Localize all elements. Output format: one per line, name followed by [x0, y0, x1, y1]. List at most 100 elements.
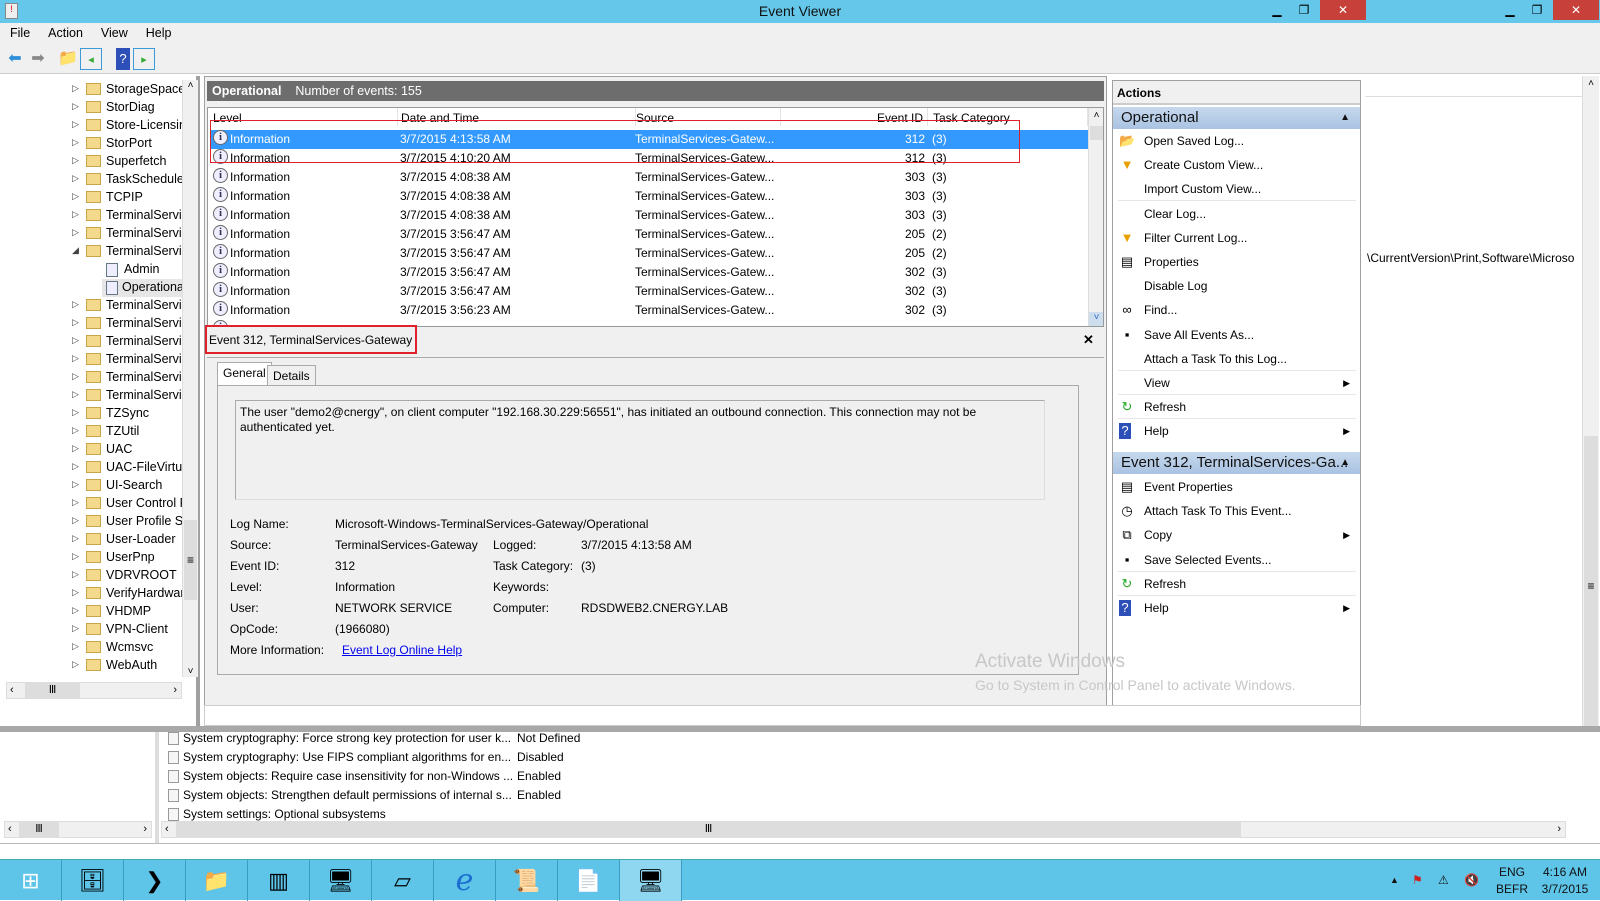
- expand-arrow-icon[interactable]: ▷: [72, 389, 79, 400]
- action-find[interactable]: ∞ Find...: [1113, 298, 1360, 322]
- tree-item[interactable]: ▷ TerminalServic: [0, 333, 182, 351]
- action-attach-a-task-to-this-log[interactable]: Attach a Task To this Log...: [1113, 347, 1360, 371]
- tree-item[interactable]: ▷ StorageSpaces: [0, 81, 182, 99]
- action-copy[interactable]: ⧉ Copy ▶: [1113, 523, 1360, 547]
- tree-item[interactable]: ▷ User-Loader: [0, 531, 182, 549]
- back-arrow-icon[interactable]: ⬅: [4, 48, 26, 70]
- action-import-custom-view[interactable]: Import Custom View...: [1113, 177, 1360, 201]
- volume-muted-icon[interactable]: 🔇: [1464, 872, 1479, 889]
- tree-item[interactable]: ▷ VerifyHardwar: [0, 585, 182, 603]
- tree-item[interactable]: ▷ Wcmsvc: [0, 639, 182, 657]
- show-hide-actions-icon[interactable]: ▸: [133, 48, 155, 70]
- expand-arrow-icon[interactable]: ▷: [72, 155, 79, 166]
- action-filter-current-log[interactable]: ▼ Filter Current Log...: [1113, 226, 1360, 250]
- close-detail-icon[interactable]: ✕: [1083, 332, 1094, 348]
- expand-arrow-icon[interactable]: ▷: [72, 425, 79, 436]
- taskbar-notepad-icon[interactable]: 📄: [558, 860, 620, 901]
- tab-general[interactable]: General: [217, 362, 272, 386]
- inner-restore-button[interactable]: ❐: [1291, 0, 1317, 20]
- expand-arrow-icon[interactable]: ▷: [72, 101, 79, 112]
- section-event[interactable]: Event 312, TerminalServices-Ga... ▲: [1113, 452, 1360, 474]
- help-icon[interactable]: ?: [116, 48, 130, 70]
- menu-help[interactable]: Help: [136, 23, 180, 40]
- expand-arrow-icon[interactable]: ▷: [72, 83, 79, 94]
- collapse-icon[interactable]: ▲: [1340, 452, 1350, 474]
- expand-arrow-icon[interactable]: ▷: [72, 371, 79, 382]
- show-hide-tree-icon[interactable]: ◂: [80, 48, 102, 70]
- action-attach-task-to-this-event[interactable]: ◷ Attach Task To This Event...: [1113, 499, 1360, 523]
- taskbar-internet-explorer-icon[interactable]: ℯ: [434, 860, 496, 901]
- tree-item[interactable]: ▷ UserPnp: [0, 549, 182, 567]
- expand-arrow-icon[interactable]: ▷: [72, 407, 79, 418]
- up-folder-icon[interactable]: 📁: [57, 48, 79, 70]
- tab-details[interactable]: Details: [267, 365, 316, 385]
- menu-view[interactable]: View: [91, 23, 136, 40]
- event-row[interactable]: i Information 3/7/2015 3:56:47 AM TerminalS…: [210, 244, 1088, 263]
- tree-item[interactable]: ▷ Store-Licensin: [0, 117, 182, 135]
- inner-minimize-button[interactable]: ▁: [1264, 0, 1290, 20]
- tree-item[interactable]: ▷ UI-Search: [0, 477, 182, 495]
- expand-arrow-icon[interactable]: ▷: [72, 137, 79, 148]
- action-center-flag-icon[interactable]: ⚑: [1412, 872, 1423, 889]
- tree-item[interactable]: ▷ Superfetch: [0, 153, 182, 171]
- expand-arrow-icon[interactable]: ▷: [72, 515, 79, 526]
- forward-arrow-icon[interactable]: ➡: [27, 48, 49, 70]
- expand-arrow-icon[interactable]: ▷: [72, 299, 79, 310]
- expand-arrow-icon[interactable]: ▷: [72, 353, 79, 364]
- taskbar-script-icon[interactable]: 📜: [496, 860, 558, 901]
- expand-arrow-icon[interactable]: ▷: [72, 533, 79, 544]
- action-view[interactable]: View ▶: [1113, 371, 1360, 395]
- expand-arrow-icon[interactable]: ▷: [72, 569, 79, 580]
- tree-item[interactable]: ▷ VHDMP: [0, 603, 182, 621]
- minimize-button[interactable]: ▁: [1497, 0, 1523, 20]
- event-log-online-help-link[interactable]: Event Log Online Help: [342, 643, 462, 657]
- action-help[interactable]: ? Help ▶: [1113, 596, 1360, 620]
- tree-item[interactable]: ◢ TerminalServic: [0, 243, 182, 261]
- menu-file[interactable]: File: [0, 23, 38, 40]
- left-horizontal-scrollbar[interactable]: ‹ Ⅲ ›: [4, 821, 152, 838]
- restore-button[interactable]: ❐: [1524, 0, 1550, 20]
- tree-item[interactable]: ▷ UAC: [0, 441, 182, 459]
- event-row[interactable]: i Information 3/7/2015 3:56:47 AM TerminalS…: [210, 263, 1088, 282]
- expand-arrow-icon[interactable]: ▷: [72, 479, 79, 490]
- expand-arrow-icon[interactable]: ▷: [72, 191, 79, 202]
- background-vertical-scrollbar[interactable]: ˄ ≡: [1582, 76, 1599, 816]
- taskbar-remote-desktop-icon[interactable]: 🖥: [620, 860, 682, 901]
- right-horizontal-scrollbar[interactable]: ‹ Ⅲ ›: [161, 821, 1566, 838]
- tree-vertical-scrollbar[interactable]: ˄ ≡ ˅: [182, 80, 198, 677]
- event-list-scrollbar[interactable]: ˄ ˅: [1088, 108, 1103, 326]
- action-save-all-events-as[interactable]: ▪ Save All Events As...: [1113, 323, 1360, 347]
- expand-arrow-icon[interactable]: ▷: [72, 227, 79, 238]
- taskbar-powershell-icon[interactable]: ❯: [124, 860, 186, 901]
- tree-item[interactable]: ▷ TerminalServic: [0, 369, 182, 387]
- tree-item[interactable]: Operationa: [102, 279, 182, 297]
- menu-action[interactable]: Action: [38, 23, 91, 40]
- tree-item[interactable]: ▷ TZSync: [0, 405, 182, 423]
- action-disable-log[interactable]: Disable Log: [1113, 274, 1360, 298]
- action-event-properties[interactable]: ▤ Event Properties: [1113, 475, 1360, 499]
- network-warning-icon[interactable]: ⚠: [1438, 872, 1449, 889]
- event-row[interactable]: i Information 3/7/2015 3:56:47 AM TerminalS…: [210, 282, 1088, 301]
- expand-arrow-icon[interactable]: ▷: [72, 605, 79, 616]
- tree-item[interactable]: ▷ StorDiag: [0, 99, 182, 117]
- taskbar-notepad-pad-icon[interactable]: ▱: [372, 860, 434, 901]
- action-refresh[interactable]: ↻ Refresh: [1113, 572, 1360, 596]
- section-operational[interactable]: Operational ▲: [1113, 107, 1360, 129]
- taskbar-server-manager-icon[interactable]: 🗄: [62, 860, 124, 901]
- action-create-custom-view[interactable]: ▼ Create Custom View...: [1113, 153, 1360, 177]
- action-open-saved-log[interactable]: 📂 Open Saved Log...: [1113, 129, 1360, 153]
- action-save-selected-events[interactable]: ▪ Save Selected Events...: [1113, 548, 1360, 572]
- tree-item[interactable]: ▷ VPN-Client: [0, 621, 182, 639]
- tree-item[interactable]: ▷ WebAuth: [0, 657, 182, 675]
- tree-item[interactable]: ▷ TerminalServic: [0, 225, 182, 243]
- expand-arrow-icon[interactable]: ▷: [72, 335, 79, 346]
- expand-arrow-icon[interactable]: ▷: [72, 497, 79, 508]
- close-button[interactable]: ✕: [1553, 0, 1599, 20]
- event-row[interactable]: i Information 3/7/2015 3:56:23 AM TerminalS…: [210, 301, 1088, 320]
- expand-arrow-icon[interactable]: ▷: [72, 623, 79, 634]
- tree-item[interactable]: ▷ TZUtil: [0, 423, 182, 441]
- input-language[interactable]: ENG BEFR: [1492, 864, 1532, 898]
- expand-arrow-icon[interactable]: ▷: [72, 659, 79, 670]
- expand-arrow-icon[interactable]: ▷: [72, 461, 79, 472]
- expand-arrow-icon[interactable]: ▷: [72, 641, 79, 652]
